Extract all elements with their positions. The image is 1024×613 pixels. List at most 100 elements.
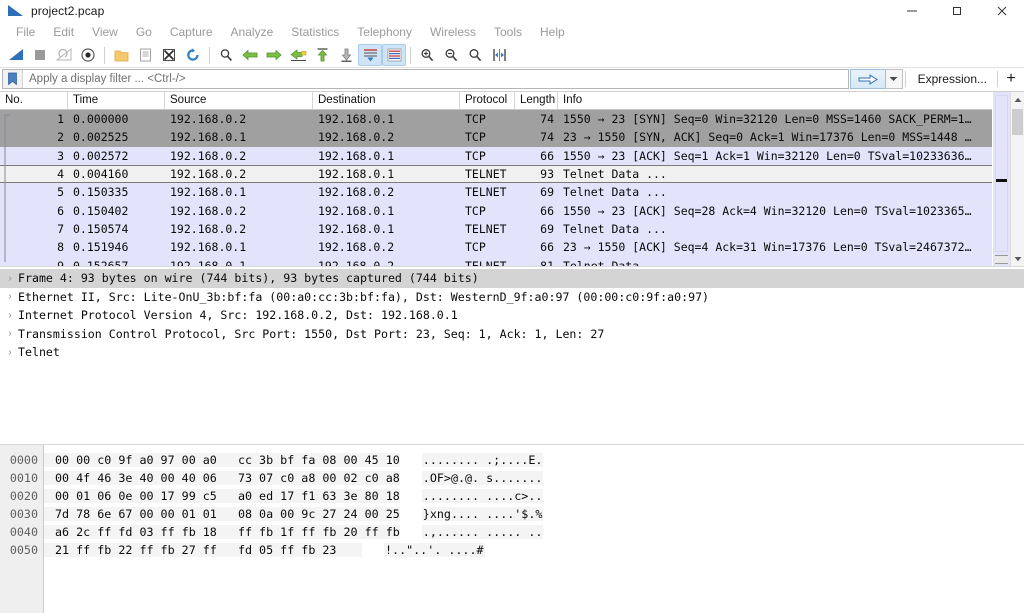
chevron-right-icon[interactable]: › [2,328,18,339]
hex-row[interactable]: 0030 7d 78 6e 67 00 00 01 01 08 0a 00 9c… [0,505,1024,523]
cell-destination: 192.168.0.2 [318,185,395,200]
table-row[interactable]: 6 0.150402 192.168.0.2 192.168.0.1 TCP 6… [0,201,992,220]
go-forward-icon[interactable] [262,44,286,66]
cell-time: 0.002572 [73,148,129,163]
cell-time: 0.150335 [73,185,129,200]
hex-row[interactable]: 0000 00 00 c0 9f a0 97 00 a0 cc 3b bf fa… [0,451,1024,469]
hex-offset: 0050 [9,543,38,557]
chevron-down-icon[interactable] [885,69,903,89]
go-to-packet-icon[interactable] [286,44,310,66]
table-row-selected[interactable]: 4 0.004160 192.168.0.2 192.168.0.1 TELNE… [0,164,992,184]
cell-info: Telnet Data ... [563,258,667,266]
close-button[interactable] [979,0,1024,22]
menu-help[interactable]: Help [531,23,574,41]
toolbar-separator [104,46,105,64]
hex-offset: 0000 [9,453,38,467]
menu-capture[interactable]: Capture [161,23,222,41]
menu-analyze[interactable]: Analyze [222,23,283,41]
save-file-icon[interactable] [133,44,157,66]
hex-row[interactable]: 0050 21 ff fb 22 ff fb 27 ff fd 05 ff fb… [0,541,1024,559]
cell-no: 5 [57,185,64,200]
column-header-time[interactable]: Time [68,92,165,109]
zoom-out-icon[interactable] [439,44,463,66]
resize-columns-icon[interactable] [487,44,511,66]
table-row[interactable]: 1 0.000000 192.168.0.2 192.168.0.1 TCP 7… [0,110,992,129]
cell-info: Telnet Data ... [563,221,667,236]
packet-list-scrollbar[interactable] [1010,92,1024,266]
hex-row[interactable]: 0010 00 4f 46 3e 40 00 40 06 73 07 c0 a8… [0,469,1024,487]
hex-ascii: ........ .;....E. [421,453,544,467]
display-filter-input-wrap[interactable]: Apply a display filter ... <Ctrl-/> [2,69,849,89]
stop-capture-icon[interactable] [28,44,52,66]
scrollbar-thumb[interactable] [1012,109,1023,135]
table-row[interactable]: 7 0.150574 192.168.0.2 192.168.0.1 TELNE… [0,219,992,239]
menu-go[interactable]: Go [127,23,161,41]
reload-file-icon[interactable] [181,44,205,66]
menu-statistics[interactable]: Statistics [282,23,348,41]
menu-wireless[interactable]: Wireless [421,23,485,41]
search-input[interactable]: Apply a display filter ... <Ctrl-/> [23,73,848,85]
chevron-right-icon[interactable]: › [2,273,18,284]
cell-source: 192.168.0.2 [170,148,247,163]
hex-row[interactable]: 0040 a6 2c ff fd 03 ff fb 18 ff fb 1f ff… [0,523,1024,541]
colorize-packets-icon[interactable] [382,44,406,66]
table-row[interactable]: 9 0.152657 192.168.0.1 192.168.0.2 TELNE… [0,256,992,266]
detail-row-frame[interactable]: › Frame 4: 93 bytes on wire (744 bits), … [0,269,1024,288]
cell-destination: 192.168.0.1 [318,148,395,163]
table-row[interactable]: 8 0.151946 192.168.0.1 192.168.0.2 TCP 6… [0,238,992,257]
restart-capture-icon[interactable] [52,44,76,66]
chevron-right-icon[interactable]: › [2,291,18,302]
menu-edit[interactable]: Edit [44,23,83,41]
cell-no: 7 [57,221,64,236]
auto-scroll-icon[interactable] [358,44,382,66]
bookmark-icon[interactable] [3,70,23,88]
detail-row-ipv4[interactable]: › Internet Protocol Version 4, Src: 192.… [0,306,1024,325]
toolbar-separator [209,46,210,64]
chevron-right-icon[interactable]: › [2,347,18,358]
capture-options-icon[interactable] [76,44,100,66]
start-capture-icon[interactable] [4,44,28,66]
detail-row-label: Internet Protocol Version 4, Src: 192.16… [18,308,458,323]
menu-view[interactable]: View [83,23,127,41]
window-controls [889,0,1024,22]
zoom-in-icon[interactable] [415,44,439,66]
column-header-source[interactable]: Source [165,92,313,109]
minimap-track[interactable] [995,95,1008,252]
detail-row-telnet[interactable]: › Telnet [0,343,1024,362]
maximize-button[interactable] [934,0,979,22]
menu-telephony[interactable]: Telephony [348,23,421,41]
column-header-destination[interactable]: Destination [313,92,460,109]
cell-destination: 192.168.0.1 [318,112,395,127]
apply-filter-button[interactable] [849,69,886,89]
chevron-right-icon[interactable]: › [2,310,18,321]
filter-separator [997,71,998,87]
scroll-up-icon[interactable] [1011,92,1024,107]
find-packet-icon[interactable] [214,44,238,66]
cell-length: 66 [540,203,554,218]
go-back-icon[interactable] [238,44,262,66]
column-header-protocol[interactable]: Protocol [460,92,515,109]
table-row[interactable]: 5 0.150335 192.168.0.1 192.168.0.2 TELNE… [0,183,992,202]
zoom-reset-icon[interactable] [463,44,487,66]
column-header-length[interactable]: Length [515,92,558,109]
menu-file[interactable]: File [7,23,44,41]
close-file-icon[interactable] [157,44,181,66]
go-to-first-packet-icon[interactable] [310,44,334,66]
scroll-down-icon[interactable] [1011,251,1024,266]
menu-tools[interactable]: Tools [485,23,531,41]
packet-list-minimap[interactable] [992,92,1010,266]
column-header-info[interactable]: Info [558,92,992,109]
main-toolbar [0,43,1024,68]
detail-row-tcp[interactable]: › Transmission Control Protocol, Src Por… [0,325,1024,344]
open-file-icon[interactable] [109,44,133,66]
column-header-no[interactable]: No. [0,92,68,109]
table-row[interactable]: 2 0.002525 192.168.0.1 192.168.0.2 TCP 7… [0,128,992,147]
detail-row-ethernet[interactable]: › Ethernet II, Src: Lite-OnU_3b:bf:fa (0… [0,288,1024,307]
minimize-button[interactable] [889,0,934,22]
go-to-last-packet-icon[interactable] [334,44,358,66]
hex-row[interactable]: 0020 00 01 06 0e 00 17 99 c5 a0 ed 17 f1… [0,487,1024,505]
expression-button[interactable]: Expression... [908,69,995,89]
table-row[interactable]: 3 0.002572 192.168.0.2 192.168.0.1 TCP 6… [0,146,992,165]
add-filter-button[interactable]: + [1000,69,1022,89]
cell-protocol: TCP [465,203,486,218]
